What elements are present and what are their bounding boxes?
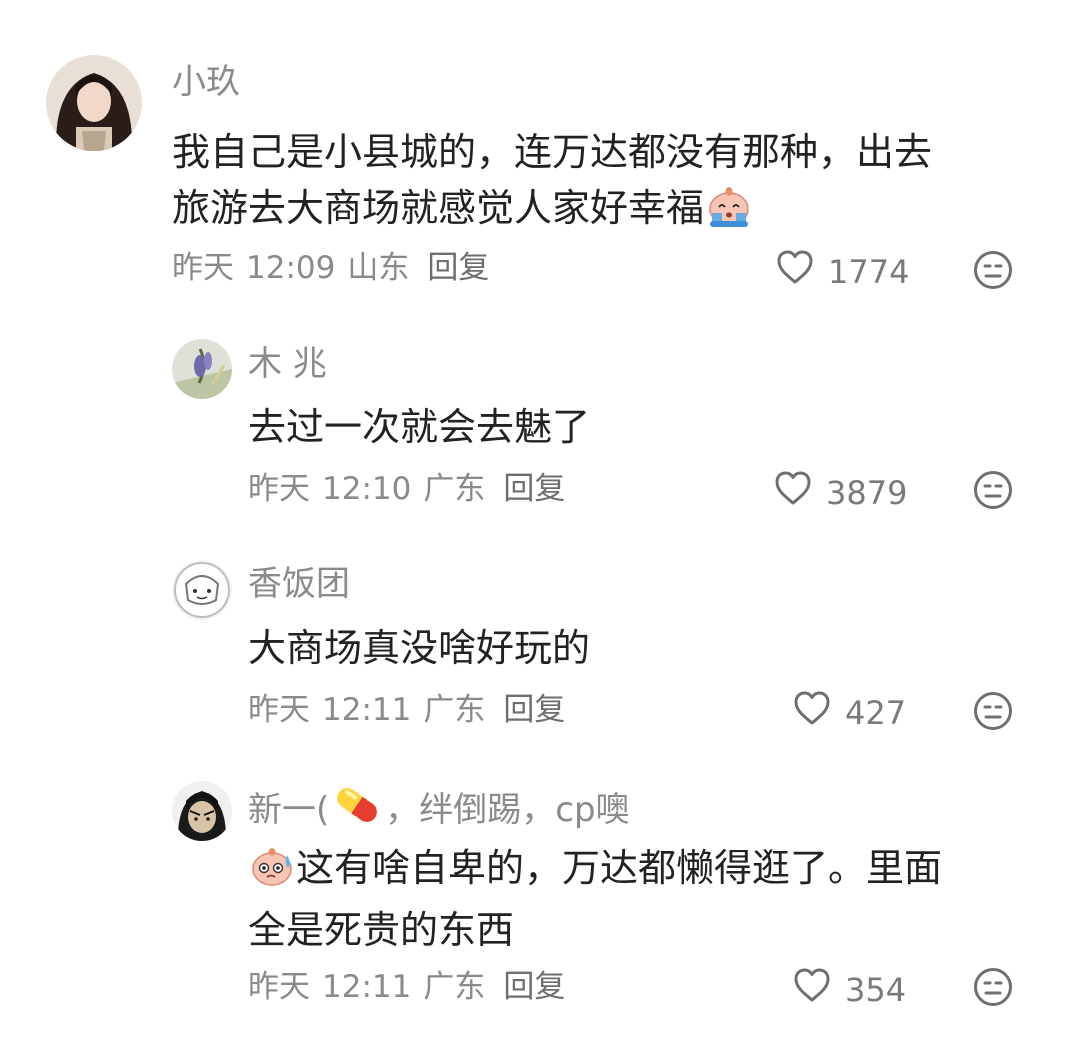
avatar[interactable] bbox=[172, 339, 232, 399]
username[interactable]: 木 兆 bbox=[248, 344, 327, 384]
comment-text: 去过一次就会去魅了 bbox=[248, 399, 590, 455]
like-button[interactable]: 427 bbox=[793, 690, 906, 735]
comment-item: 新一( ，绊倒踢，cp噢 这有啥自卑的，万达都懒得逛了。里面 全是死贵的东西 昨… bbox=[0, 0, 1078, 1009]
unamused-face-icon[interactable] bbox=[973, 470, 1013, 510]
comment-meta: 昨天 12:11 广东 回复 bbox=[248, 967, 565, 1007]
comment-meta: 昨天 12:11 广东 回复 bbox=[248, 690, 565, 730]
unamused-face-icon[interactable] bbox=[973, 967, 1013, 1007]
username[interactable]: 新一( ，绊倒踢，cp噢 bbox=[248, 783, 630, 836]
avatar[interactable] bbox=[172, 560, 232, 620]
unamused-face-icon[interactable] bbox=[973, 691, 1013, 731]
sweat-face-emoji bbox=[248, 843, 296, 902]
username-suffix: ，绊倒踢，cp噢 bbox=[385, 790, 630, 830]
comment-text-line: 大商场真没啥好玩的 bbox=[248, 626, 591, 670]
comment-text-line: 全是死贵的东西 bbox=[248, 908, 515, 952]
heart-outline-icon bbox=[793, 690, 831, 735]
comment-location: 广东 bbox=[423, 969, 486, 1005]
comment-date: 昨天 bbox=[248, 692, 310, 728]
like-count: 3879 bbox=[826, 473, 908, 512]
username-prefix: 新一( bbox=[248, 790, 330, 830]
reply-button[interactable]: 回复 bbox=[503, 967, 565, 1007]
pill-emoji bbox=[329, 783, 385, 836]
comment-time: 12:11 bbox=[322, 692, 412, 728]
comment-text-line: 这有啥自卑的，万达都懒得逛了。里面 bbox=[296, 846, 943, 890]
comment-text-line: 去过一次就会去魅了 bbox=[248, 405, 591, 449]
like-button[interactable]: 354 bbox=[793, 967, 906, 1012]
comment-date: 昨天 bbox=[248, 471, 310, 507]
comment-date: 昨天 bbox=[248, 969, 310, 1005]
heart-outline-icon bbox=[793, 967, 831, 1012]
comment-text: 这有啥自卑的，万达都懒得逛了。里面 全是死贵的东西 bbox=[248, 840, 942, 958]
username[interactable]: 香饭团 bbox=[248, 564, 350, 604]
comment-location: 广东 bbox=[423, 692, 486, 728]
like-count: 354 bbox=[845, 970, 907, 1009]
comment-text-line-with-emoji: 这有啥自卑的，万达都懒得逛了。里面 bbox=[248, 840, 942, 902]
comment-location: 广东 bbox=[423, 471, 486, 507]
comment-text: 大商场真没啥好玩的 bbox=[248, 620, 590, 676]
reply-button[interactable]: 回复 bbox=[503, 690, 565, 730]
comment-time: 12:10 bbox=[322, 471, 412, 507]
like-button[interactable]: 3879 bbox=[774, 470, 907, 515]
comment-time: 12:11 bbox=[322, 969, 412, 1005]
avatar[interactable] bbox=[172, 781, 232, 841]
comment-meta: 昨天 12:10 广东 回复 bbox=[248, 469, 565, 509]
reply-button[interactable]: 回复 bbox=[503, 469, 565, 509]
heart-outline-icon bbox=[774, 470, 812, 515]
like-count: 427 bbox=[845, 693, 907, 732]
